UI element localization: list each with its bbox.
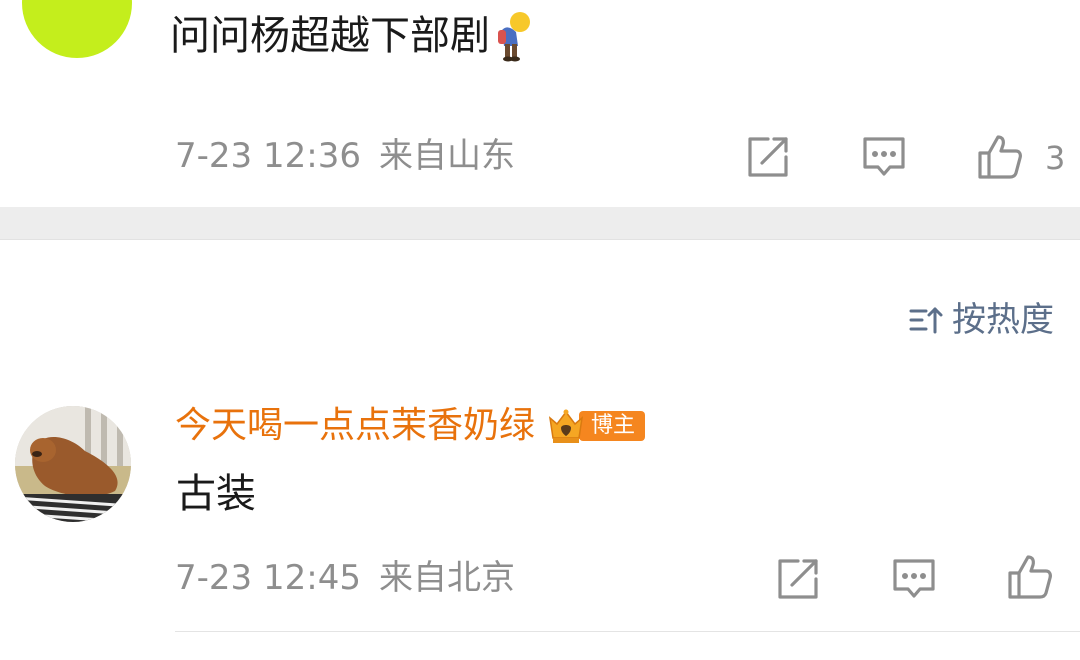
section-separator [0, 207, 1080, 240]
bow-emoji-icon [498, 12, 530, 62]
comment-meta: 7-23 12:36 来自山东 [175, 134, 515, 178]
blogger-badge: 博主 [547, 409, 646, 443]
avatar[interactable] [22, 0, 132, 58]
comment-text: 问问杨超越下部剧 [170, 13, 490, 59]
share-icon[interactable] [774, 555, 822, 603]
comment-icon[interactable] [860, 133, 908, 181]
avatar[interactable] [15, 406, 131, 522]
username[interactable]: 今天喝一点点茉香奶绿 [175, 400, 535, 452]
comment-icon[interactable] [890, 555, 938, 603]
like-icon[interactable] [976, 133, 1024, 181]
sort-icon [909, 307, 943, 334]
comment-location: 来自山东 [378, 136, 515, 176]
like-icon[interactable] [1006, 553, 1054, 601]
comment-location: 来自北京 [378, 558, 515, 598]
divider [175, 631, 1080, 632]
like-count: 3 [1045, 139, 1066, 177]
comment-1: 问问杨超越下部剧 [170, 8, 534, 64]
comment-2-header: 今天喝一点点茉香奶绿 博主 [175, 400, 646, 452]
comment-time: 7-23 12:45 [175, 558, 361, 598]
comment-time: 7-23 12:36 [175, 136, 361, 176]
comment-text: 古装 [176, 471, 256, 517]
badge-label: 博主 [579, 411, 646, 441]
comment-meta: 7-23 12:45 来自北京 [175, 556, 515, 600]
crown-icon [548, 409, 584, 443]
share-icon[interactable] [744, 133, 792, 181]
sort-label: 按热度 [952, 300, 1054, 340]
sort-button[interactable]: 按热度 [908, 298, 1054, 342]
dog-photo-icon [15, 406, 131, 522]
